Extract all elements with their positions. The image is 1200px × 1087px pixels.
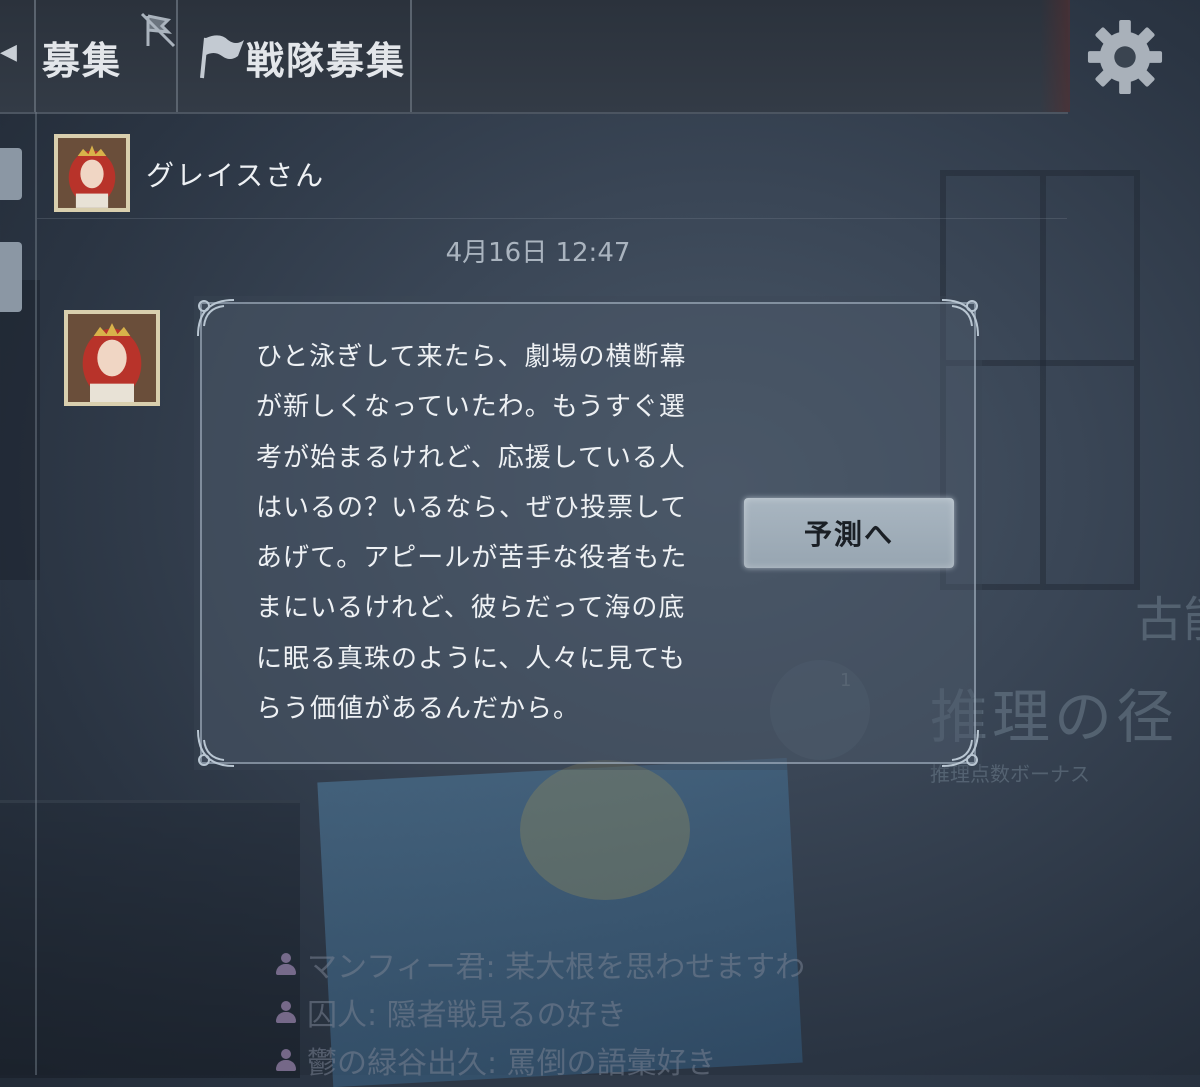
predict-button[interactable]: 予測へ: [744, 498, 954, 568]
side-tab[interactable]: [0, 148, 22, 200]
tab-divider: [34, 0, 36, 112]
ticker-line: 囚人: 隠者戦見るの好き: [275, 988, 805, 1036]
person-icon: [275, 1049, 297, 1071]
muted-flag-icon: [140, 12, 176, 48]
message-line: らう価値があるんだから。: [256, 694, 581, 725]
avatar[interactable]: [64, 310, 160, 406]
message-line: 考が始まるけれど、応援している人: [256, 442, 686, 473]
gear-icon[interactable]: [1086, 18, 1164, 96]
ornament-corner-icon: [197, 729, 235, 767]
message-line: ひと泳ぎして来たら、劇場の横断幕: [256, 342, 687, 372]
background-poster: [317, 757, 803, 1087]
background-corner-text: 古能: [1135, 592, 1200, 648]
message-text: ひと泳ぎして来たら、劇場の横断幕 が新しくなっていたわ。もうすぐ選 考が始まるけ…: [256, 332, 726, 734]
ticker-line: マンフィー君: 某大根を思わせますわ: [275, 940, 805, 988]
tab-bar: ◀ 募集 戦隊募集: [0, 0, 1070, 114]
message-timestamp: 4月16日 12:47: [445, 238, 631, 268]
background-sofa: [0, 800, 300, 1078]
avatar[interactable]: [54, 134, 130, 212]
message-line: はいるの？いるなら、ぜひ投票して: [256, 492, 688, 523]
chat-header-separator: [37, 218, 1067, 219]
tab-team-recruit[interactable]: 戦隊募集: [246, 30, 406, 85]
message-line: が新しくなっていたわ。もうすぐ選: [256, 392, 686, 423]
background-panel: [0, 280, 40, 580]
person-icon: [275, 1001, 297, 1023]
tab-divider: [410, 0, 412, 112]
message-line: に眠る真珠のように、人々に見ても: [256, 643, 686, 674]
tab-scroll-left-icon[interactable]: ◀: [0, 40, 17, 65]
character-portrait-icon: [68, 314, 156, 402]
background-poster-character: [520, 760, 690, 900]
message-line: あげて。アピールが苦手な役者もた: [256, 543, 688, 574]
ticker-line: 鬱の緑谷出久: 罵倒の語彙好き: [275, 1036, 805, 1084]
character-portrait-icon: [58, 138, 126, 208]
tab-bar-edge: [1040, 0, 1070, 112]
ornament-corner-icon: [941, 729, 979, 767]
ornament-corner-icon: [197, 299, 235, 337]
person-icon: [275, 953, 297, 975]
tab-recruit[interactable]: 募集: [42, 30, 122, 85]
sender-name: グレイスさん: [146, 159, 326, 192]
tab-divider: [176, 0, 178, 112]
team-flag-icon: [200, 35, 244, 79]
ornament-corner-icon: [941, 299, 979, 337]
message-line: まにいるけれど、彼らだって海の底: [256, 593, 686, 624]
comment-ticker: マンフィー君: 某大根を思わせますわ 囚人: 隠者戦見るの好き 鬱の緑谷出久: …: [275, 940, 805, 1084]
